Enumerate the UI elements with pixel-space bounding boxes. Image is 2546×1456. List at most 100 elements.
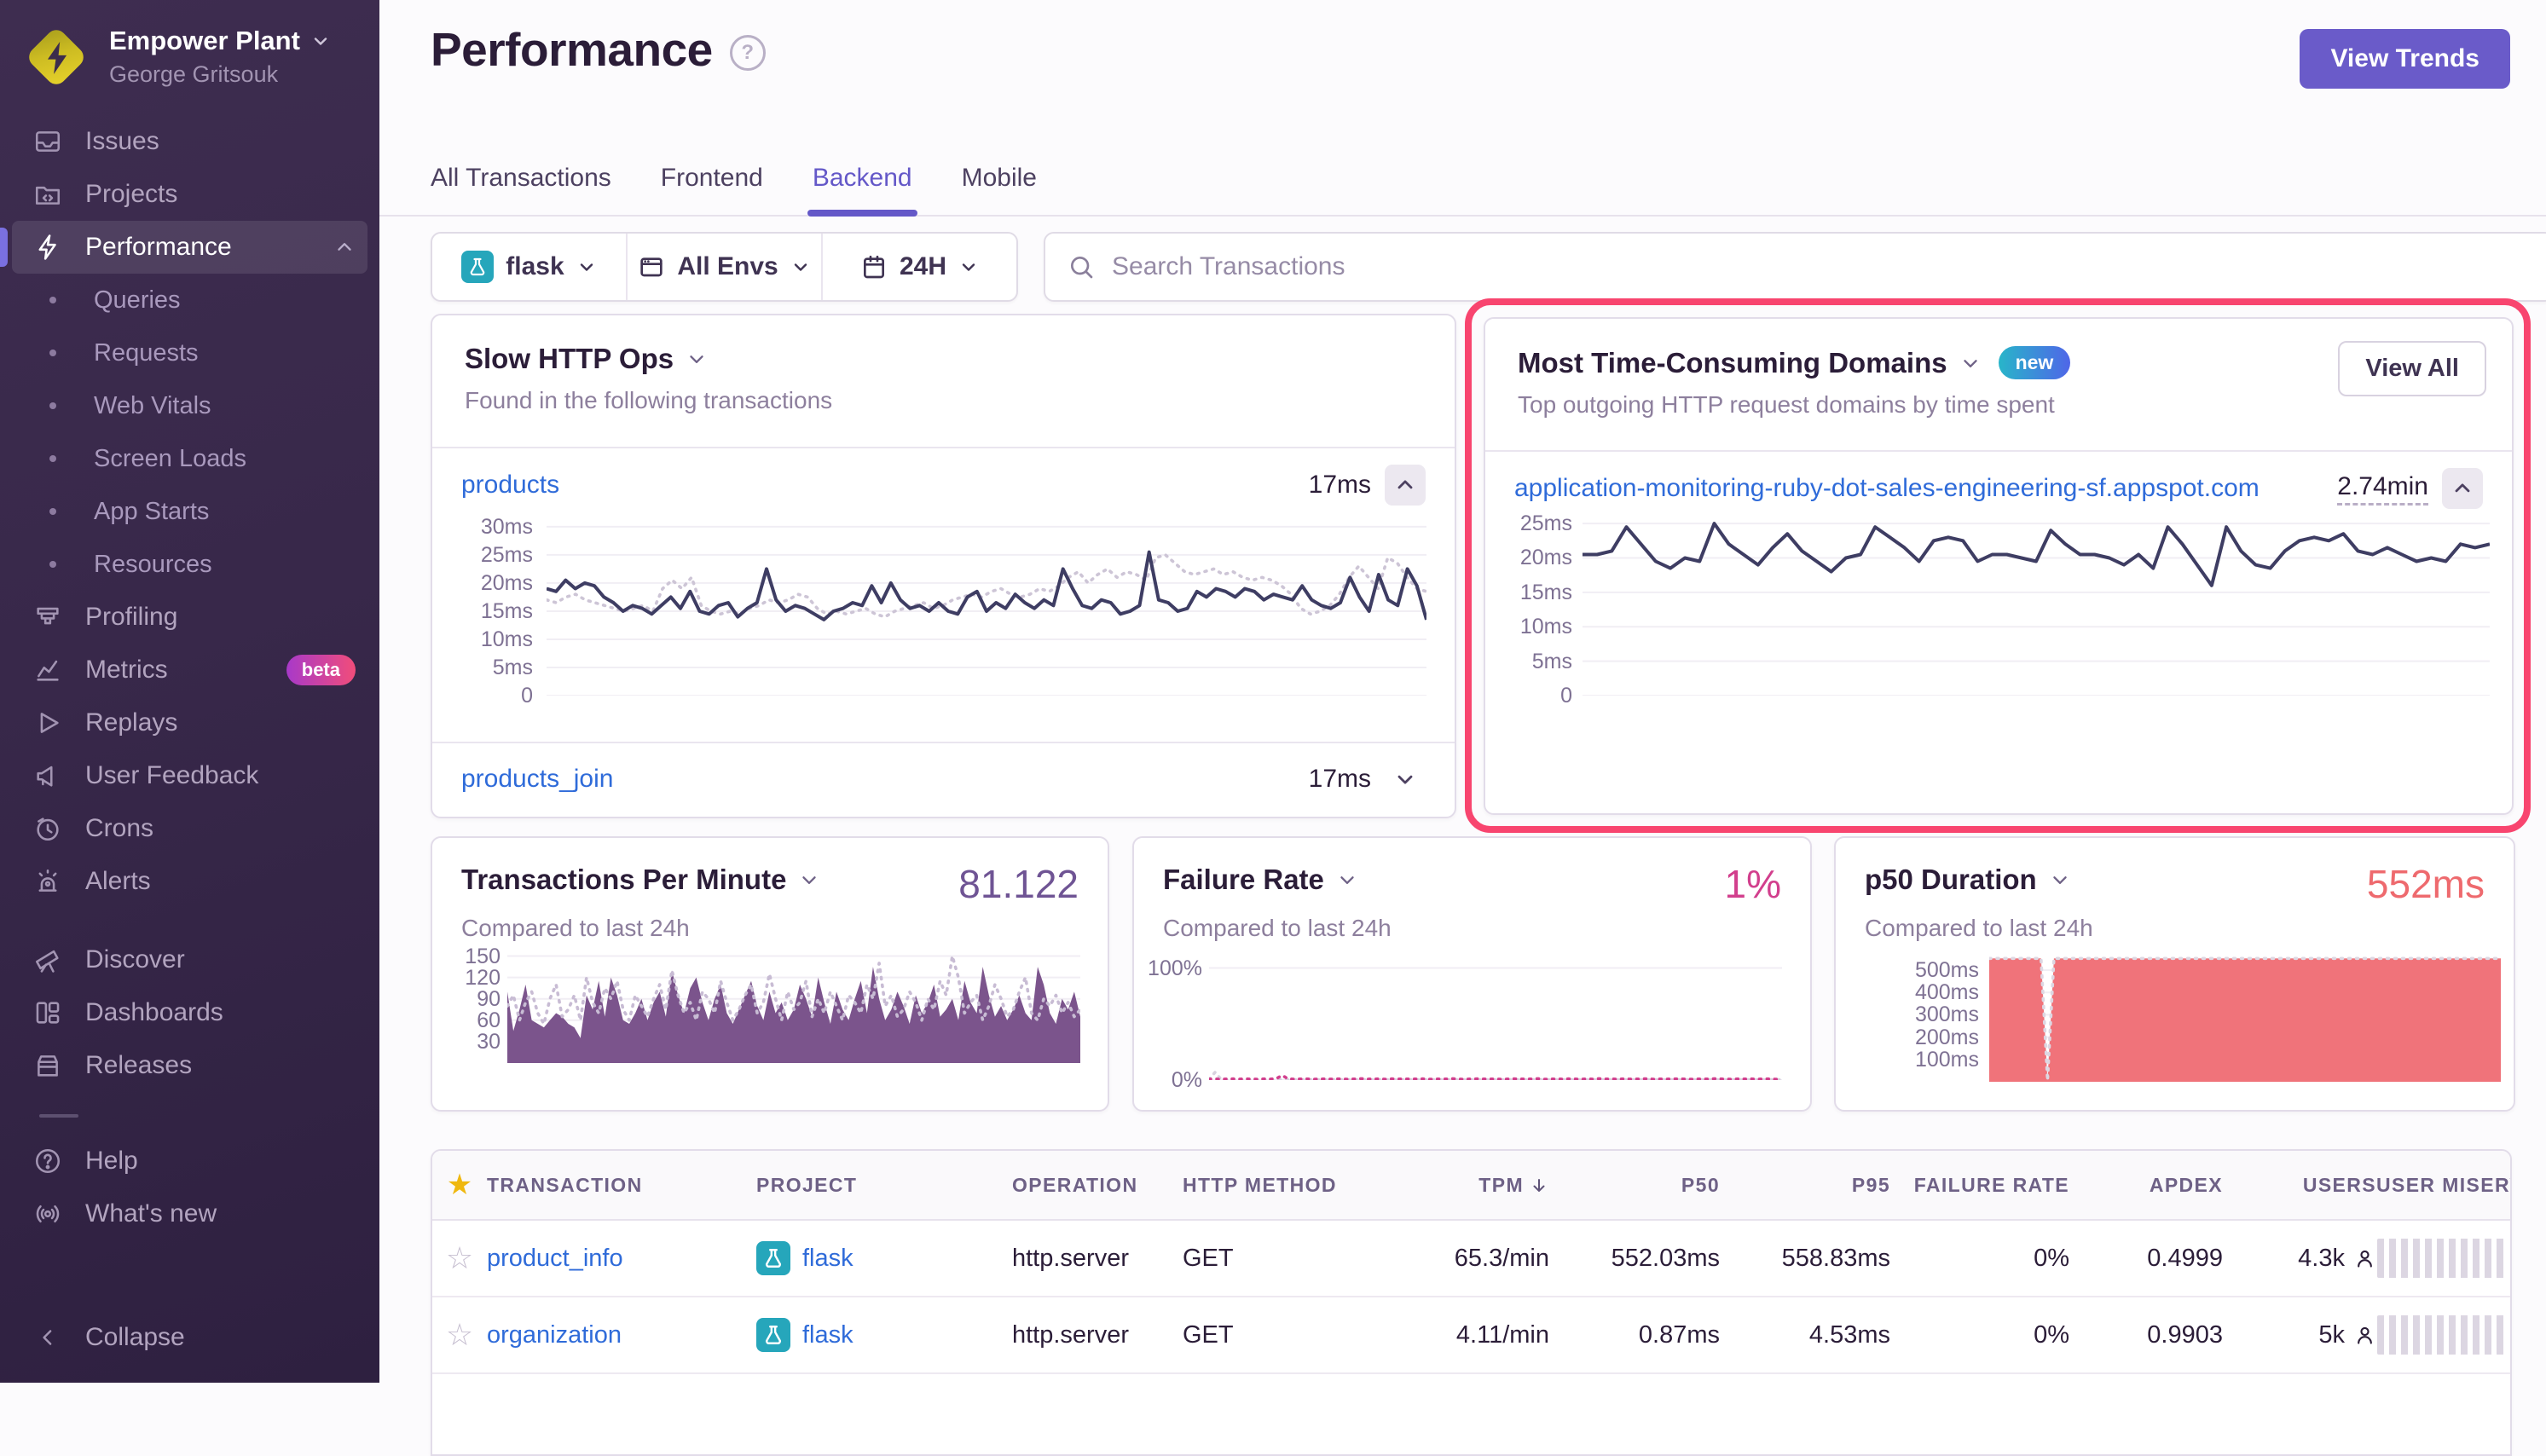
org-name: Empower Plant xyxy=(109,26,300,56)
slow-http-ops-panel: Slow HTTP Ops Found in the following tra… xyxy=(431,314,1456,818)
p95-cell: 4.53ms xyxy=(1720,1321,1890,1349)
project-link[interactable]: flask xyxy=(802,1321,853,1349)
view-all-button[interactable]: View All xyxy=(2338,341,2486,396)
tab-frontend[interactable]: Frontend xyxy=(661,164,763,215)
column-header-http-method[interactable]: HTTP METHOD xyxy=(1183,1174,1379,1197)
collapse-row-button[interactable] xyxy=(2442,468,2483,509)
org-switcher[interactable]: Empower Plant George Gritsouk xyxy=(0,0,379,88)
column-header-transaction[interactable]: TRANSACTION xyxy=(487,1174,756,1197)
transaction-link[interactable]: organization xyxy=(487,1321,622,1349)
p50-cell: 552.03ms xyxy=(1549,1245,1720,1273)
tab-mobile[interactable]: Mobile xyxy=(962,164,1037,215)
transaction-link[interactable]: products xyxy=(461,471,559,500)
chevron-down-icon[interactable] xyxy=(686,348,708,370)
sidebar-subitem-web-vitals[interactable]: Web Vitals xyxy=(12,379,367,432)
search-input[interactable] xyxy=(1110,251,2531,282)
expand-row-button[interactable] xyxy=(1385,759,1426,800)
chevron-down-icon xyxy=(310,31,331,51)
failure-rate-cell: 0% xyxy=(1890,1321,2069,1349)
transactions-table: ★ TRANSACTIONPROJECTOPERATIONHTTP METHODT… xyxy=(431,1149,2512,1456)
column-header-user-misery[interactable]: USER MISERY xyxy=(2376,1174,2510,1197)
sidebar-item-performance[interactable]: Performance xyxy=(12,221,367,274)
project-link[interactable]: flask xyxy=(802,1245,853,1273)
filter-bar: flaskAll Envs24H xyxy=(431,232,2546,302)
p50-subtitle: Compared to last 24h xyxy=(1865,915,2514,942)
column-header-project[interactable]: PROJECT xyxy=(756,1174,1012,1197)
flask-project-icon xyxy=(461,251,494,283)
calendar-icon xyxy=(860,253,888,280)
p95-cell: 558.83ms xyxy=(1720,1245,1890,1273)
discover-icon xyxy=(31,945,65,974)
sidebar-collapse-button[interactable]: Collapse xyxy=(12,1311,367,1364)
collapse-row-button[interactable] xyxy=(1385,465,1426,506)
star-icon[interactable]: ★ xyxy=(447,1168,472,1202)
sidebar-item-alerts[interactable]: Alerts xyxy=(12,855,367,908)
sidebar: Empower Plant George Gritsouk IssuesProj… xyxy=(0,0,379,1383)
project-filter[interactable]: flask xyxy=(432,234,626,300)
star-icon[interactable]: ☆ xyxy=(446,1240,473,1276)
http-method-cell: GET xyxy=(1183,1245,1379,1273)
column-header-p95[interactable]: P95 xyxy=(1720,1174,1890,1197)
flask-project-icon xyxy=(756,1241,790,1275)
apdex-cell: 0.9903 xyxy=(2069,1321,2223,1349)
sidebar-subitem-screen-loads[interactable]: Screen Loads xyxy=(12,432,367,485)
date-range-filter[interactable]: 24H xyxy=(821,234,1016,300)
view-trends-button[interactable]: View Trends xyxy=(2300,29,2510,89)
page-header: Performance ? View Trends All Transactio… xyxy=(379,0,2546,217)
transaction-link[interactable]: products_join xyxy=(461,765,613,794)
p50-title: p50 Duration xyxy=(1865,864,2037,896)
transaction-link[interactable]: product_info xyxy=(487,1245,623,1272)
sidebar-item-metrics[interactable]: Metricsbeta xyxy=(12,644,367,696)
sidebar-item-what-s-new[interactable]: What's new xyxy=(12,1187,367,1240)
help-icon[interactable]: ? xyxy=(730,35,766,71)
sidebar-item-profiling[interactable]: Profiling xyxy=(12,591,367,644)
table-body: ☆product_infoflaskhttp.serverGET65.3/min… xyxy=(432,1221,2510,1374)
search-box[interactable] xyxy=(1044,232,2546,302)
failure-stat-card: Failure Rate1%Compared to last 24h100%0% xyxy=(1132,836,1812,1112)
bullet-icon xyxy=(49,350,56,356)
sidebar-item-discover[interactable]: Discover xyxy=(12,933,367,986)
table-row-organization: ☆organizationflaskhttp.serverGET4.11/min… xyxy=(432,1297,2510,1374)
column-header-tpm[interactable]: TPM xyxy=(1379,1174,1549,1197)
sidebar-subitem-requests[interactable]: Requests xyxy=(12,326,367,379)
sidebar-item-user-feedback[interactable]: User Feedback xyxy=(12,749,367,802)
sidebar-item-replays[interactable]: Replays xyxy=(12,696,367,749)
chevron-down-icon xyxy=(958,257,979,277)
sidebar-subitem-queries[interactable]: Queries xyxy=(12,274,367,326)
transaction-link[interactable]: application-monitoring-ruby-dot-sales-en… xyxy=(1514,474,2260,503)
domains-chart xyxy=(1583,513,2490,696)
operation-cell: http.server xyxy=(1012,1321,1183,1349)
sidebar-item-dashboards[interactable]: Dashboards xyxy=(12,986,367,1039)
chevron-down-icon[interactable] xyxy=(798,869,820,891)
sidebar-subitem-app-starts[interactable]: App Starts xyxy=(12,485,367,538)
failure-rate-cell: 0% xyxy=(1890,1245,2069,1273)
star-icon[interactable]: ☆ xyxy=(446,1317,473,1353)
column-header-operation[interactable]: OPERATION xyxy=(1012,1174,1183,1197)
sidebar-item-crons[interactable]: Crons xyxy=(12,802,367,855)
dashboards-icon xyxy=(31,998,65,1027)
sentry-performance-page: { "org": {"name": "Empower Plant", "user… xyxy=(0,0,2546,1383)
chevron-down-icon[interactable] xyxy=(1336,869,1358,891)
tab-backend[interactable]: Backend xyxy=(813,164,912,215)
table-row-product_info: ☆product_infoflaskhttp.serverGET65.3/min… xyxy=(432,1221,2510,1297)
sidebar-item-issues[interactable]: Issues xyxy=(12,115,367,168)
column-header-p50[interactable]: P50 xyxy=(1549,1174,1720,1197)
bullet-icon xyxy=(49,297,56,303)
sidebar-subitem-resources[interactable]: Resources xyxy=(12,538,367,591)
chevron-down-icon[interactable] xyxy=(2049,869,2071,891)
p50-stat-card: p50 Duration552msCompared to last 24h500… xyxy=(1834,836,2515,1112)
domains-panel-subtitle: Top outgoing HTTP request domains by tim… xyxy=(1518,391,2479,419)
chevron-down-icon[interactable] xyxy=(1959,352,1982,374)
tab-all-transactions[interactable]: All Transactions xyxy=(431,164,611,215)
column-header-failure-rate[interactable]: FAILURE RATE xyxy=(1890,1174,2069,1197)
sidebar-item-releases[interactable]: Releases xyxy=(12,1039,367,1092)
tpm-title: Transactions Per Minute xyxy=(461,864,786,896)
column-header-users[interactable]: USERS xyxy=(2223,1174,2376,1197)
sidebar-item-projects[interactable]: Projects xyxy=(12,168,367,221)
envwindow-icon xyxy=(638,253,665,280)
org-logo-icon xyxy=(26,26,87,88)
new-badge: new xyxy=(1999,346,2071,379)
sidebar-item-help[interactable]: Help xyxy=(12,1135,367,1187)
column-header-apdex[interactable]: APDEX xyxy=(2069,1174,2223,1197)
environment-filter[interactable]: All Envs xyxy=(626,234,821,300)
